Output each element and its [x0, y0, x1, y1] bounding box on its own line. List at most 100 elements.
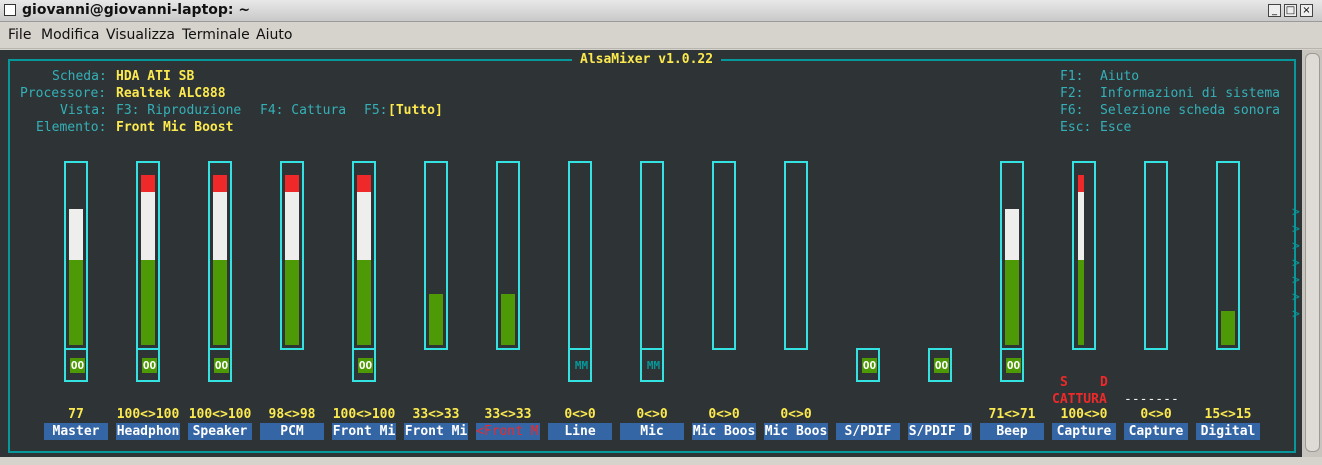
channel-name[interactable]: Mic Boos: [692, 423, 756, 440]
volume-segment: [69, 311, 83, 328]
volume-segment: [213, 192, 227, 209]
channel-name[interactable]: S/PDIF D: [908, 423, 972, 440]
channel-name[interactable]: Beep: [980, 423, 1044, 440]
volume-bar[interactable]: [496, 161, 520, 350]
scrollbar-thumb[interactable]: [1305, 53, 1320, 452]
switch-box[interactable]: MM: [568, 348, 592, 382]
channel-value: 100<>100: [116, 407, 180, 422]
scroll-right-arrow: >: [1292, 205, 1300, 220]
channel-name[interactable]: Master: [44, 423, 108, 440]
volume-bar[interactable]: [568, 161, 592, 350]
channel-name[interactable]: Line: [548, 423, 612, 440]
channel-name[interactable]: Capture: [1124, 423, 1188, 440]
mixer-title: AlsaMixer v1.0.22: [572, 51, 722, 68]
channel-value: 98<>98: [268, 407, 316, 422]
channel-name[interactable]: Mic Boos: [764, 423, 828, 440]
maximize-button[interactable]: □: [1284, 4, 1297, 17]
volume-segment: [213, 243, 227, 260]
channel-name[interactable]: Digital: [1196, 423, 1260, 440]
channel-name[interactable]: Headphon: [116, 423, 180, 440]
volume-segment: [69, 260, 83, 277]
volume-bar[interactable]: [1216, 161, 1240, 350]
channel-name[interactable]: Front Mi: [332, 423, 396, 440]
volume-bar[interactable]: [1072, 161, 1096, 350]
switch-box[interactable]: OO: [1000, 348, 1024, 382]
volume-segment: [69, 294, 83, 311]
close-button[interactable]: ×: [1300, 4, 1313, 17]
channel-value: 0<>0: [708, 407, 740, 422]
volume-segment: [429, 311, 443, 328]
volume-bar[interactable]: [64, 161, 88, 350]
volume-level: [1005, 209, 1019, 345]
switch-box[interactable]: OO: [928, 348, 952, 382]
terminal-scrollbar[interactable]: [1302, 50, 1322, 457]
menu-file[interactable]: File: [8, 27, 31, 43]
channel-name[interactable]: S/PDIF: [836, 423, 900, 440]
volume-segment: [429, 294, 443, 311]
volume-bar[interactable]: [712, 161, 736, 350]
volume-segment: [1005, 209, 1019, 226]
volume-segment: [141, 277, 155, 294]
volume-segment: [357, 192, 371, 209]
volume-level: [213, 175, 227, 345]
volume-bar[interactable]: [424, 161, 448, 350]
volume-segment: [1221, 328, 1235, 345]
volume-bar[interactable]: [136, 161, 160, 350]
help-text-f2: Informazioni di sistema: [1100, 86, 1281, 101]
channel-name[interactable]: Capture: [1052, 423, 1116, 440]
channel-name[interactable]: <Front Mi>: [476, 423, 540, 440]
card-label: Scheda:: [52, 69, 107, 84]
menu-aiuto[interactable]: Aiuto: [256, 27, 292, 43]
switch-box[interactable]: MM: [640, 348, 664, 382]
menu-terminale[interactable]: Terminale: [182, 27, 250, 43]
help-text-esc: Esce: [1100, 120, 1132, 135]
volume-bar[interactable]: [208, 161, 232, 350]
volume-segment: [213, 175, 227, 192]
volume-segment: [357, 294, 371, 311]
volume-bar[interactable]: [1144, 161, 1168, 350]
view-playback[interactable]: F3: Riproduzione: [116, 102, 241, 119]
switch-box[interactable]: OO: [136, 348, 160, 382]
scroll-right-arrow: >: [1292, 239, 1300, 254]
view-capture[interactable]: F4: Cattura: [260, 102, 346, 119]
window-titlebar[interactable]: giovanni@giovanni-laptop: ~ _ □ ×: [0, 0, 1322, 22]
volume-bar[interactable]: [352, 161, 376, 350]
scroll-right-arrow: >: [1292, 222, 1300, 237]
minimize-button[interactable]: _: [1268, 4, 1281, 17]
help-key-f2: F2:: [1060, 86, 1084, 101]
volume-bar[interactable]: [1000, 161, 1024, 350]
volume-bar[interactable]: [640, 161, 664, 350]
menu-visualizza[interactable]: Visualizza: [106, 27, 175, 43]
volume-segment: [1078, 209, 1084, 226]
channel-name[interactable]: Mic: [620, 423, 684, 440]
view-all-key[interactable]: F5:: [364, 102, 387, 119]
volume-segment: [1005, 226, 1019, 243]
volume-segment: [69, 243, 83, 260]
volume-segment: [501, 328, 515, 345]
volume-segment: [1005, 328, 1019, 345]
volume-bar[interactable]: [784, 161, 808, 350]
switch-indicator: OO: [70, 358, 85, 373]
switch-indicator: OO: [358, 358, 373, 373]
menu-modifica[interactable]: Modifica: [41, 27, 100, 43]
volume-segment: [213, 209, 227, 226]
switch-box[interactable]: OO: [856, 348, 880, 382]
channel-name[interactable]: Speaker: [188, 423, 252, 440]
item-label: Elemento:: [36, 120, 107, 135]
volume-level: [1221, 311, 1235, 345]
switch-box[interactable]: OO: [352, 348, 376, 382]
volume-segment: [429, 328, 443, 345]
capture-right-label: D: [1100, 375, 1108, 390]
volume-bar[interactable]: [280, 161, 304, 350]
volume-segment: [141, 175, 155, 192]
channel-name[interactable]: Front Mi: [404, 423, 468, 440]
channel-name[interactable]: PCM: [260, 423, 324, 440]
help-text-f1: Aiuto: [1100, 69, 1140, 84]
volume-segment: [357, 260, 371, 277]
view-all-selected[interactable]: [Tutto]: [388, 102, 443, 119]
switch-box[interactable]: OO: [64, 348, 88, 382]
channel-value: 33<>33: [484, 407, 532, 422]
terminal-area[interactable]: AlsaMixer v1.0.22 Scheda: HDA ATI SB Pro…: [0, 50, 1302, 457]
switch-box[interactable]: OO: [208, 348, 232, 382]
volume-segment: [285, 209, 299, 226]
